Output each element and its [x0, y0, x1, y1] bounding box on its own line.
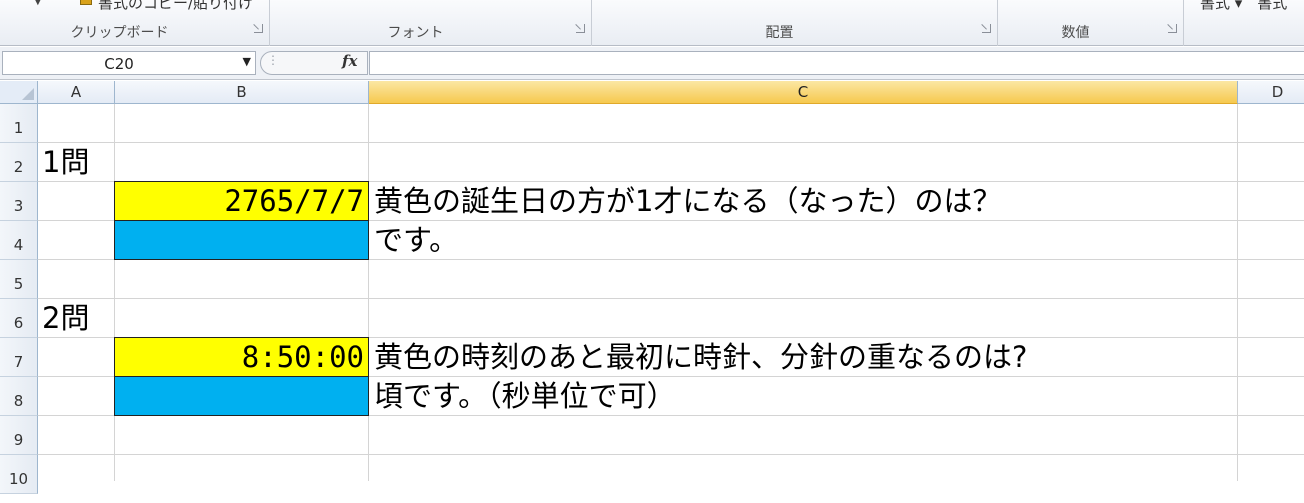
- ribbon-group-alignment: 配置: [592, 0, 998, 46]
- cell-a2[interactable]: 1問: [42, 143, 89, 182]
- column-header-c[interactable]: C: [369, 81, 1238, 104]
- row-header-7[interactable]: 7: [0, 338, 38, 377]
- cell-b8[interactable]: [114, 376, 369, 416]
- ribbon-group-label: クリップボード: [70, 25, 169, 41]
- formula-input[interactable]: [369, 51, 1304, 75]
- column-header-a[interactable]: A: [38, 81, 115, 104]
- ribbon: ▼ 書式のコピー/貼り付け 書式 ▾ 書式 クリップボード フォント 配置 数値: [0, 0, 1304, 46]
- ribbon-group-font: フォント: [270, 0, 592, 46]
- select-all-triangle-icon: [22, 88, 34, 100]
- cell-c3[interactable]: 黄色の誕生日の方が1才になる（なった）のは？: [374, 182, 1001, 221]
- gridline: [114, 104, 115, 481]
- column-header-b[interactable]: B: [115, 81, 369, 104]
- dialog-launcher-icon[interactable]: [254, 24, 263, 33]
- ribbon-group-clipboard: クリップボード: [0, 0, 270, 46]
- row-header-2[interactable]: 2: [0, 143, 38, 182]
- name-box[interactable]: C20 ▼: [2, 51, 256, 75]
- dialog-launcher-icon[interactable]: [1168, 24, 1177, 33]
- row-header-3[interactable]: 3: [0, 182, 38, 221]
- formula-bar: C20 ▼ ⋮ fx: [0, 47, 1304, 80]
- gridline: [38, 142, 1304, 143]
- cell-b3[interactable]: 2765/7/7: [114, 181, 369, 221]
- cell-b4[interactable]: [114, 220, 369, 260]
- styles-buttons[interactable]: 書式 ▾ 書式: [1200, 0, 1287, 13]
- name-box-value: C20: [104, 55, 134, 73]
- row-header-4[interactable]: 4: [0, 221, 38, 260]
- select-all-button[interactable]: [0, 81, 38, 104]
- ribbon-group-label: 数値: [1061, 25, 1090, 41]
- row-header-1[interactable]: 1: [0, 104, 38, 143]
- insert-function-icon[interactable]: fx: [342, 52, 357, 70]
- cell-c8[interactable]: 頃です。（秒単位で可）: [374, 377, 676, 416]
- row-header-9[interactable]: 9: [0, 416, 38, 455]
- chevron-down-icon[interactable]: ▼: [243, 55, 251, 68]
- row-header-10[interactable]: 10: [0, 455, 38, 494]
- row-header-5[interactable]: 5: [0, 260, 38, 299]
- dialog-launcher-icon[interactable]: [576, 24, 585, 33]
- row-header-8[interactable]: 8: [0, 377, 38, 416]
- cell-a6[interactable]: 2問: [42, 299, 89, 338]
- column-header-d[interactable]: D: [1238, 81, 1304, 104]
- cell-b7[interactable]: 8:50:00: [114, 337, 369, 377]
- gridline: [38, 298, 1304, 299]
- drag-handle-icon[interactable]: ⋮: [267, 53, 279, 67]
- cell-c7[interactable]: 黄色の時刻のあと最初に時針、分針の重なるのは?: [374, 338, 1027, 377]
- ribbon-group-label: 配置: [765, 25, 794, 41]
- cell-c4[interactable]: です。: [374, 221, 458, 260]
- gridline: [38, 454, 1304, 455]
- gridline: [1237, 104, 1238, 481]
- gridline: [368, 104, 369, 481]
- ribbon-group-number: 数値: [998, 0, 1184, 46]
- row-header-6[interactable]: 6: [0, 299, 38, 338]
- ribbon-group-label: フォント: [387, 25, 444, 41]
- worksheet-grid[interactable]: A B C D 1 2 3 4 5 6 7 8 9 10 1問 2765/7/7…: [0, 81, 1304, 494]
- dialog-launcher-icon[interactable]: [982, 24, 991, 33]
